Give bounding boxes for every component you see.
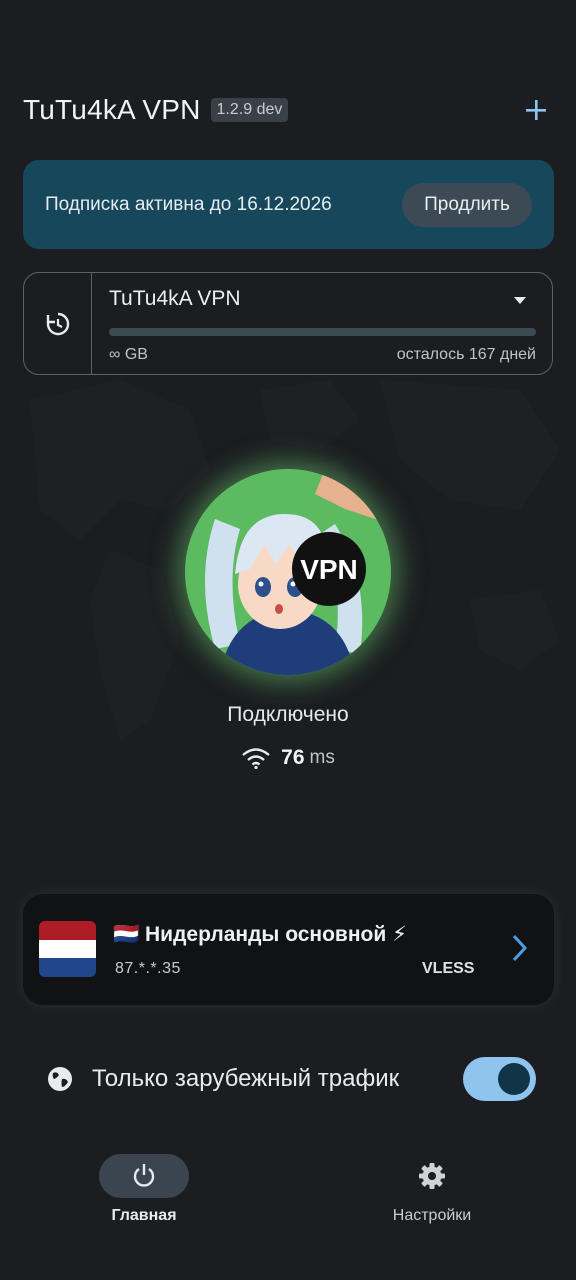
traffic-limit: ∞ GB (109, 346, 148, 363)
foreign-traffic-label: Только зарубежный трафик (92, 1065, 400, 1092)
power-icon (133, 1164, 155, 1187)
nav-home-pill (99, 1154, 189, 1198)
gear-icon (419, 1163, 445, 1189)
server-selector[interactable]: 🇳🇱 Нидерланды основной ⚡ 87.*.*.35 VLESS (23, 894, 554, 1005)
profile-card: TuTu4kA VPN ∞ GB осталось 167 дней (23, 272, 553, 375)
profile-name: TuTu4kA VPN (109, 287, 241, 310)
avatar-image: VPN (185, 469, 391, 675)
add-profile-button[interactable] (518, 92, 554, 128)
connect-button[interactable]: VPN (185, 469, 391, 675)
ping-value: 76 (281, 746, 305, 769)
foreign-traffic-toggle-row: Только зарубежный трафик (46, 1056, 536, 1102)
vpn-badge-text: VPN (300, 554, 358, 585)
wifi-icon (242, 748, 270, 769)
netherlands-flag-icon (39, 921, 96, 977)
server-flag-emoji: 🇳🇱 (113, 923, 140, 946)
server-name: 🇳🇱 Нидерланды основной ⚡ (113, 922, 407, 947)
refresh-profile-button[interactable] (24, 273, 92, 374)
app-title: TuTu4kA VPN (23, 94, 201, 125)
foreign-traffic-switch[interactable] (463, 1057, 536, 1101)
nav-home-label: Главная (111, 1207, 177, 1224)
nav-settings-pill (387, 1154, 477, 1198)
subscription-status-text: Подписка активна до 16.12.2026 (45, 193, 332, 215)
app-header: TuTu4kA VPN 1.2.9 dev (23, 92, 554, 128)
ping-indicator: 76 ms (0, 746, 576, 770)
globe-icon (48, 1067, 72, 1091)
subscription-banner: Подписка активна до 16.12.2026 Продлить (23, 160, 554, 249)
nav-settings-label: Настройки (392, 1207, 472, 1224)
caret-down-icon[interactable] (514, 297, 526, 304)
profile-selector[interactable]: TuTu4kA VPN ∞ GB осталось 167 дней (92, 273, 552, 374)
server-ip: 87.*.*.35 (115, 960, 181, 977)
plus-icon (526, 100, 546, 120)
server-protocol: VLESS (422, 960, 475, 977)
renew-button[interactable]: Продлить (402, 182, 532, 227)
refresh-clock-icon (46, 312, 69, 335)
ping-unit: ms (309, 747, 335, 768)
server-name-text: Нидерланды основной ⚡ (145, 923, 407, 946)
connection-status: Подключено (227, 703, 349, 726)
switch-knob (498, 1063, 530, 1095)
chevron-right-icon (512, 934, 528, 962)
nav-home[interactable]: Главная (69, 1154, 219, 1225)
days-remaining: осталось 167 дней (396, 346, 536, 363)
version-badge: 1.2.9 dev (210, 98, 289, 122)
traffic-usage-bar (109, 328, 536, 336)
nav-settings[interactable]: Настройки (357, 1154, 507, 1225)
